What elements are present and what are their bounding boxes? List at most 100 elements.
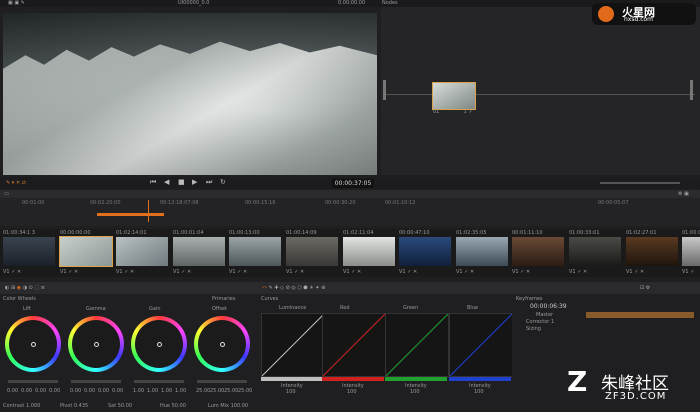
clip-thumbnail[interactable] <box>343 237 395 266</box>
wheel-footer-param[interactable]: Hue 50.00 <box>160 403 186 409</box>
jump-end-icon[interactable]: ⏭ <box>206 178 212 187</box>
wheel-value[interactable]: 0.00 <box>70 388 81 394</box>
curve-graph-luminance[interactable] <box>261 313 325 377</box>
curve-intensity-bar[interactable] <box>449 377 511 381</box>
clip-track-label: V1 ✓ ✕ <box>399 269 418 275</box>
wheel-master-slider[interactable] <box>134 380 184 383</box>
clip-track-label: V1 ✓ ✕ <box>60 269 79 275</box>
wheel-value[interactable]: 1.00 <box>161 388 172 394</box>
viewer-options-icon[interactable]: ▣ ▣ ✎ <box>8 0 25 6</box>
keyframe-track-label[interactable]: Corrector 1 <box>526 319 554 325</box>
palette-tabs: ◐ ⊞ ◉ ◑ ⊙ ⬚ ≡ 〰 ✎ ✚ ◇ ⊘ ◎ ⬡ ⬢ ☀ ✦ ⊕ ⊡ ⚙ <box>0 282 700 294</box>
clip-timecode: 01:02:11:04 <box>343 230 374 236</box>
wheel-footer-param[interactable]: Pivot 0.435 <box>60 403 88 409</box>
curve-intensity-value[interactable]: 100 <box>347 389 357 395</box>
clip-range-bar[interactable] <box>97 213 164 216</box>
wheel-footer-param[interactable]: Lum Mix 100.00 <box>208 403 248 409</box>
clip-timecode: 00:00:00:00 <box>60 230 91 236</box>
clip-timecode: 01:02:35:05 <box>456 230 487 236</box>
wheel-value[interactable]: 0.00 <box>98 388 109 394</box>
node-editor[interactable] <box>381 7 700 175</box>
play-icon[interactable]: ▶ <box>192 178 197 186</box>
curve-graph-blue[interactable] <box>449 313 513 377</box>
clip-thumbnail[interactable] <box>682 237 700 266</box>
clip-track-label: V1 ✓ ✕ <box>286 269 305 275</box>
wheel-value[interactable]: 1.00 <box>133 388 144 394</box>
stop-icon[interactable]: ■ <box>178 178 185 186</box>
viewer-tools-icon[interactable]: ✎ ▾ ✕ ⇄ <box>6 180 26 186</box>
clip-thumbnail[interactable] <box>229 237 281 266</box>
curve-intensity-bar[interactable] <box>385 377 447 381</box>
curve-intensity-value[interactable]: 100 <box>286 389 296 395</box>
wheel-master-slider[interactable] <box>8 380 58 383</box>
node-status: ↓ ✓ <box>463 109 473 115</box>
wheel-value[interactable]: 1.00 <box>175 388 186 394</box>
wheel-footer-param[interactable]: Contrast 1.000 <box>3 403 40 409</box>
keyframe-track-label[interactable]: Master <box>536 312 553 318</box>
clip-timecode: 01:00:13:00 <box>229 230 260 236</box>
wheel-master-slider[interactable] <box>71 380 121 383</box>
reverse-play-icon[interactable]: ◀ <box>164 178 169 186</box>
viewer[interactable] <box>3 13 377 175</box>
playhead[interactable] <box>148 200 149 222</box>
clip-thumbnail[interactable] <box>512 237 564 266</box>
curve-graph-red[interactable] <box>322 313 386 377</box>
wheel-value[interactable]: 1.00 <box>147 388 158 394</box>
node-output-handle[interactable] <box>690 80 693 100</box>
clip-thumbnail[interactable] <box>116 237 168 266</box>
wheel-value[interactable]: 0.00 <box>35 388 46 394</box>
wheel-footer-param[interactable]: Sat 50.00 <box>108 403 132 409</box>
wheel-value[interactable]: 0.00 <box>112 388 123 394</box>
wheel-value[interactable]: 25.00 <box>196 388 210 394</box>
clip-timecode: 01:00:01:04 <box>173 230 204 236</box>
corrector-node[interactable] <box>432 82 476 110</box>
curve-graph-green[interactable] <box>385 313 449 377</box>
clip-thumbnail[interactable] <box>3 237 55 266</box>
clip-thumbnail[interactable] <box>626 237 678 266</box>
curve-intensity-value[interactable]: 100 <box>474 389 484 395</box>
keyframe-track-label[interactable]: Sizing <box>526 326 541 332</box>
curve-name: Red <box>340 305 350 311</box>
timeline-menu-icon[interactable]: ▭ <box>4 191 9 197</box>
clip-thumbnail[interactable] <box>569 237 621 266</box>
wheel-value[interactable]: 0.00 <box>21 388 32 394</box>
wheel-value[interactable]: 0.00 <box>7 388 18 394</box>
wheel-value[interactable]: 0.00 <box>84 388 95 394</box>
palette-icons-left[interactable]: ◐ ⊞ ◉ ◑ ⊙ ⬚ ≡ <box>5 285 45 291</box>
keyframe-master-track[interactable] <box>586 312 694 318</box>
wheel-name: Gamma <box>86 306 106 312</box>
clip-thumbnail[interactable] <box>286 237 338 266</box>
curve-intensity-bar[interactable] <box>261 377 323 381</box>
curve-intensity-bar[interactable] <box>322 377 384 381</box>
clip-track-label: V1 ✓ <box>682 269 695 275</box>
curve-intensity-value[interactable]: 100 <box>410 389 420 395</box>
curve-name: Luminance <box>279 305 307 311</box>
clip-timecode: 01:00:33:01 <box>569 230 600 236</box>
clip-thumbnail[interactable] <box>456 237 508 266</box>
wheel-value[interactable]: 25.00 <box>210 388 224 394</box>
wheel-center-handle[interactable] <box>94 342 99 347</box>
clip-thumbnail[interactable] <box>399 237 451 266</box>
clip-track-label: V1 ✓ ✕ <box>626 269 645 275</box>
timecode-display: 00:00:37:05 <box>332 179 374 188</box>
wheels-mode-dropdown[interactable]: Primaries <box>212 296 235 302</box>
clip-thumbnail[interactable] <box>59 236 113 267</box>
jump-start-icon[interactable]: ⏮ <box>150 178 156 187</box>
wheel-value[interactable]: 25.00 <box>238 388 252 394</box>
wheel-center-handle[interactable] <box>220 342 225 347</box>
wheel-center-handle[interactable] <box>157 342 162 347</box>
clip-timecode: 01:00:00 <box>682 230 700 236</box>
palette-icons-mid[interactable]: 〰 ✎ ✚ ◇ ⊘ ◎ ⬡ ⬢ ☀ ✦ ⊕ <box>262 285 325 291</box>
clip-track-label: V1 ✓ ✕ <box>3 269 22 275</box>
node-input-handle[interactable] <box>383 80 386 100</box>
wheel-value[interactable]: 25.00 <box>224 388 238 394</box>
wheel-master-slider[interactable] <box>197 380 247 383</box>
zoom-slider[interactable] <box>600 182 680 184</box>
zf3d-url-text: ZF3D.COM <box>605 391 667 402</box>
loop-icon[interactable]: ↻ <box>220 178 226 186</box>
timeline-settings-icon[interactable]: ⚙ ▣ <box>678 191 689 197</box>
clip-thumbnail[interactable] <box>173 237 225 266</box>
palette-icons-right[interactable]: ⊡ ⚙ <box>640 285 650 291</box>
wheel-center-handle[interactable] <box>31 342 36 347</box>
wheel-value[interactable]: 0.00 <box>49 388 60 394</box>
